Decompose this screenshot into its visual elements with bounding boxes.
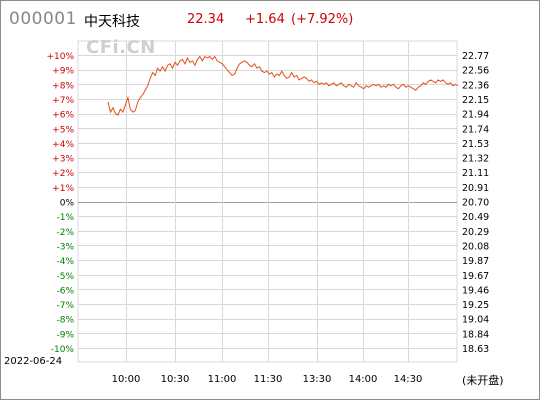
left-tick-label: +5% <box>52 125 74 135</box>
right-tick-label: 19.67 <box>462 271 489 282</box>
left-tick-label: -1% <box>56 213 74 223</box>
x-axis-labels: 10:00 10:30 11:00 11:30 13:30 14:00 14:30 <box>112 374 423 385</box>
left-tick-label: -6% <box>56 286 74 296</box>
right-axis-labels: 22.77 22.56 22.36 22.15 21.94 21.74 21.53 21.32… <box>462 51 489 355</box>
left-tick-label: +1% <box>52 184 74 194</box>
left-tick-label: -3% <box>56 242 74 252</box>
left-tick-label: -9% <box>56 330 74 340</box>
plot-border <box>77 40 458 363</box>
right-tick-label: 22.15 <box>462 95 489 106</box>
right-tick-label: 21.11 <box>462 168 489 179</box>
right-tick-label: 19.25 <box>462 300 489 311</box>
right-tick-label: 21.32 <box>462 154 489 165</box>
left-tick-label: -5% <box>56 272 74 282</box>
right-tick-label: 22.36 <box>462 80 489 91</box>
x-tick-label: 10:00 <box>112 374 141 385</box>
right-tick-label: 20.29 <box>462 227 489 238</box>
right-tick-label: 19.46 <box>462 285 489 296</box>
right-tick-label: 21.53 <box>462 139 489 150</box>
right-tick-label: 21.74 <box>462 124 489 135</box>
trade-date: 2022-06-24 <box>4 356 63 367</box>
left-tick-label: +7% <box>52 96 74 106</box>
left-axis-labels: +10% +9% +8% +7% +6% +5% +4% +3% +2% +1% 0% -1% -2% -… <box>46 52 74 355</box>
right-tick-label: 20.70 <box>462 198 489 209</box>
right-tick-label: 19.04 <box>462 315 489 326</box>
grid-lines <box>77 40 458 363</box>
right-tick-label: 22.56 <box>462 66 489 77</box>
right-tick-label: 20.49 <box>462 212 489 223</box>
left-tick-label: +4% <box>52 140 74 150</box>
left-tick-label: -2% <box>56 228 74 238</box>
right-tick-label: 18.63 <box>462 344 489 355</box>
x-tick-label: 10:30 <box>161 374 190 385</box>
left-tick-label: -4% <box>56 257 74 267</box>
x-tick-label: 11:30 <box>254 374 283 385</box>
right-tick-label: 20.91 <box>462 183 489 194</box>
x-tick-label: 14:30 <box>394 374 423 385</box>
left-tick-label: -8% <box>56 316 74 326</box>
left-tick-label: -10% <box>51 345 75 355</box>
x-tick-label: 11:00 <box>208 374 237 385</box>
x-tick-label: 14:00 <box>349 374 378 385</box>
intraday-chart: +10% +9% +8% +7% +6% +5% +4% +3% +2% +1% 0% -1% -2% -… <box>46 40 489 385</box>
right-tick-label: 19.87 <box>462 256 489 267</box>
left-tick-label: +9% <box>52 67 74 77</box>
left-tick-label: +3% <box>52 155 74 165</box>
x-tick-label: 13:30 <box>303 374 332 385</box>
right-tick-label: 18.84 <box>462 329 489 340</box>
left-tick-label: +8% <box>52 81 74 91</box>
left-tick-label: +6% <box>52 111 74 121</box>
left-tick-label: -7% <box>56 301 74 311</box>
right-tick-label: 21.94 <box>462 110 489 121</box>
price-line <box>107 55 459 116</box>
market-status: (未开盘) <box>462 374 504 387</box>
price-series <box>107 55 459 116</box>
left-tick-label: +2% <box>52 169 74 179</box>
watermark-logo: CFi.CN <box>86 37 156 58</box>
right-tick-label: 20.08 <box>462 241 489 252</box>
right-tick-label: 22.77 <box>462 51 489 62</box>
left-tick-label: 0% <box>60 199 75 209</box>
left-tick-label: +10% <box>46 52 74 62</box>
